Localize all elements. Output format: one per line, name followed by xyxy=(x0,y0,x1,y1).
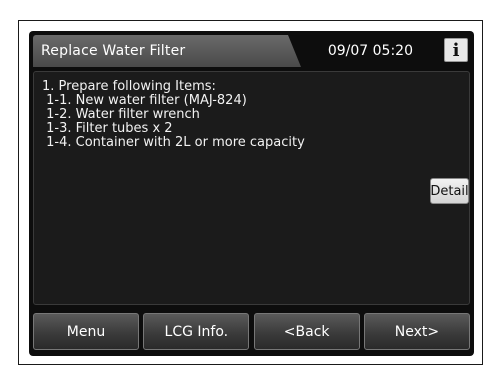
datetime-display: 09/07 05:20 xyxy=(327,43,413,59)
instruction-line: 1-1. New water filter (MAJ-824) xyxy=(42,93,247,108)
instruction-line: 1-4. Container with 2L or more capacity xyxy=(42,135,305,150)
instruction-line: 1. Prepare following Items: xyxy=(42,79,216,94)
next-button[interactable]: Next> xyxy=(363,313,470,350)
menu-button[interactable]: Menu xyxy=(33,313,139,350)
instruction-line: 1-2. Water filter wrench xyxy=(42,107,200,122)
touch-screen: Replace Water Filter 09/07 05:20 i 1. Pr… xyxy=(29,31,474,356)
info-button[interactable]: i xyxy=(444,38,468,62)
lcg-info-button[interactable]: LCG Info. xyxy=(143,313,250,350)
device-frame: Replace Water Filter 09/07 05:20 i 1. Pr… xyxy=(18,20,483,365)
bottom-nav: Menu LCG Info. <Back Next> xyxy=(29,309,474,356)
instruction-list: 1. Prepare following Items: 1-1. New wat… xyxy=(42,80,305,150)
header-bar: Replace Water Filter 09/07 05:20 i xyxy=(33,35,470,67)
info-icon: i xyxy=(452,39,460,61)
instruction-panel: 1. Prepare following Items: 1-1. New wat… xyxy=(33,71,470,305)
instruction-line: 1-3. Filter tubes x 2 xyxy=(42,121,173,136)
screen-title: Replace Water Filter xyxy=(41,43,186,59)
back-button[interactable]: <Back xyxy=(253,313,360,350)
detail-button[interactable]: Detail xyxy=(430,178,469,204)
